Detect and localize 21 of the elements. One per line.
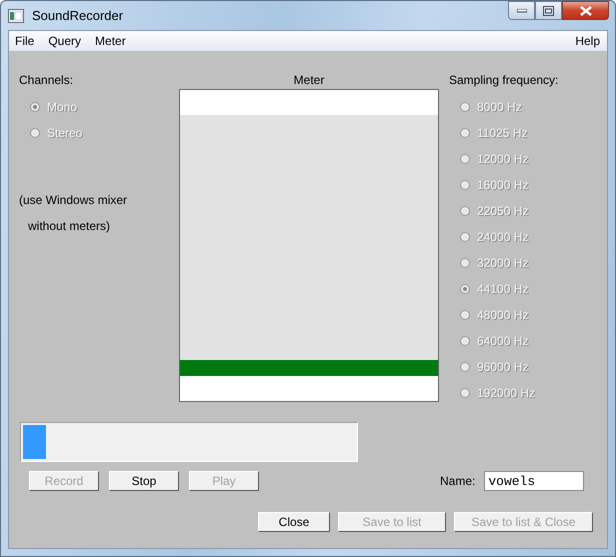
app-icon: [8, 8, 24, 22]
push-button[interactable]: Stop: [109, 471, 179, 491]
name-label: Name:: [440, 474, 476, 488]
maximize-button[interactable]: [535, 1, 562, 20]
close-button[interactable]: [562, 1, 609, 20]
close-icon: [580, 6, 592, 16]
note-text: without meters): [27, 218, 112, 235]
menu-item[interactable]: File: [9, 34, 42, 48]
menu-item[interactable]: Meter: [88, 34, 133, 48]
channels-label: Channels:: [19, 73, 74, 87]
meter-label: Meter: [294, 73, 324, 87]
menu-item[interactable]: Help: [568, 34, 607, 48]
window-title: SoundRecorder: [32, 8, 124, 23]
name-field[interactable]: vowels: [484, 471, 584, 491]
minimize-button[interactable]: [508, 1, 535, 20]
note-text: (use Windows mixer: [19, 192, 128, 209]
menu-item[interactable]: Query: [41, 34, 88, 48]
maximize-icon: [543, 6, 554, 16]
minimize-icon: [516, 8, 526, 12]
push-button[interactable]: Close: [258, 512, 330, 532]
sampling-label: Sampling frequency:: [449, 73, 558, 87]
